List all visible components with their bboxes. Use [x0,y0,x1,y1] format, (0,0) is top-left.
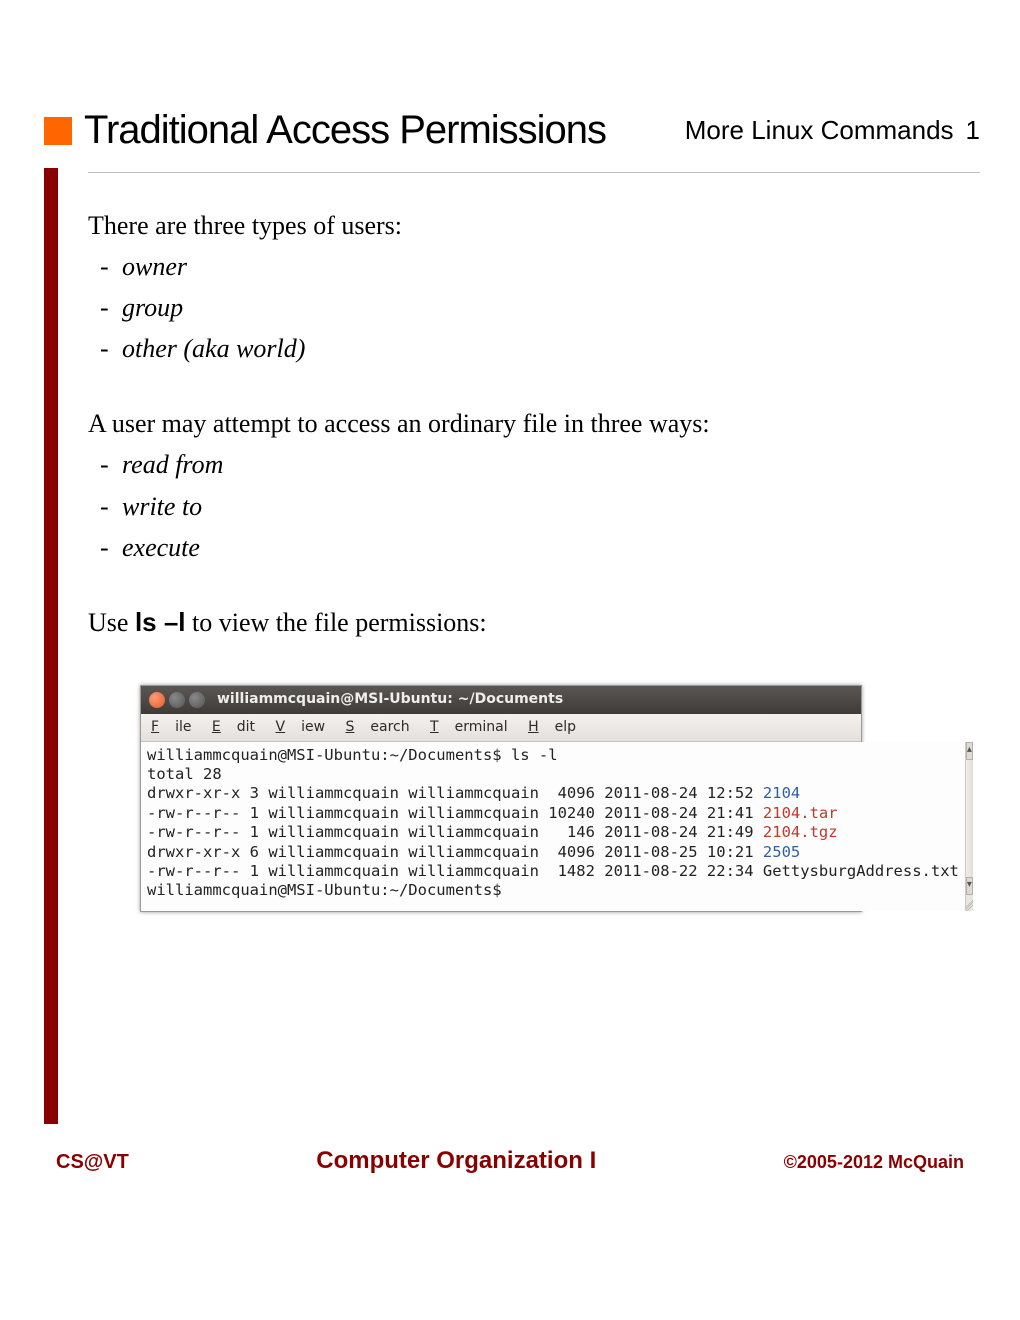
footer-left: CS@VT [56,1151,129,1174]
slide-title: Traditional Access Permissions [84,108,685,153]
footer-right: ©2005-2012 McQuain [784,1152,964,1173]
terminal-line: williammcquain@MSI-Ubuntu:~/Documents$ l… [147,746,558,764]
menu-edit[interactable]: Edit [212,719,255,735]
section-label: More Linux Commands [685,115,954,146]
terminal-line: total 28 [147,765,222,783]
list-item: owner [122,249,956,284]
list-item: write to [122,489,956,524]
access-list: read from write to execute [88,447,956,564]
list-item: group [122,290,956,325]
title-underline [88,172,980,173]
scroll-up-icon[interactable]: ▴ [966,742,973,760]
minimize-icon[interactable] [169,692,185,708]
archive-name: 2104.tar [763,804,838,822]
terminal-body[interactable]: williammcquain@MSI-Ubuntu:~/Documents$ l… [141,742,965,911]
access-intro-text: A user may attempt to access an ordinary… [88,406,956,441]
accent-square-icon [44,117,72,145]
ls-instruction: Use ls –l to view the file permissions: [88,605,956,640]
resize-grip-icon[interactable] [966,895,973,911]
maroon-sidebar-bar [44,168,58,1124]
menu-file[interactable]: File [151,719,191,735]
terminal-window: williammcquain@MSI-Ubuntu: ~/Documents F… [140,685,862,912]
terminal-line: williammcquain@MSI-Ubuntu:~/Documents$ [147,881,502,899]
terminal-line: -rw-r--r-- 1 williammcquain williammcqua… [147,823,763,841]
list-item: read from [122,447,956,482]
terminal-title: williammcquain@MSI-Ubuntu: ~/Documents [217,690,563,709]
menu-terminal[interactable]: Terminal [430,719,508,735]
terminal-line: drwxr-xr-x 6 williammcquain williammcqua… [147,843,763,861]
ls-command: ls –l [135,607,186,637]
terminal-line: -rw-r--r-- 1 williammcquain williammcqua… [147,862,959,880]
menu-help[interactable]: Help [528,719,576,735]
archive-name: 2104.tgz [763,823,838,841]
users-intro-text: There are three types of users: [88,208,956,243]
scroll-down-icon[interactable]: ▾ [966,877,973,895]
dir-name: 2104 [763,784,800,802]
maximize-icon[interactable] [189,692,205,708]
terminal-titlebar: williammcquain@MSI-Ubuntu: ~/Documents [141,686,861,714]
footer-mid: Computer Organization I [316,1147,596,1175]
terminal-line: -rw-r--r-- 1 williammcquain williammcqua… [147,804,763,822]
scrollbar[interactable]: ▴ ▾ [965,742,973,911]
users-list: owner group other (aka world) [88,249,956,366]
dir-name: 2505 [763,843,800,861]
text: to view the file permissions: [186,608,487,637]
menu-search[interactable]: Search [345,719,409,735]
list-item: execute [122,530,956,565]
close-icon[interactable] [149,692,165,708]
list-item: other (aka world) [122,331,956,366]
terminal-line: drwxr-xr-x 3 williammcquain williammcqua… [147,784,763,802]
menu-view[interactable]: View [276,719,326,735]
page-number: 1 [966,115,980,146]
terminal-menubar: File Edit View Search Terminal Help [141,714,861,742]
text: Use [88,608,135,637]
